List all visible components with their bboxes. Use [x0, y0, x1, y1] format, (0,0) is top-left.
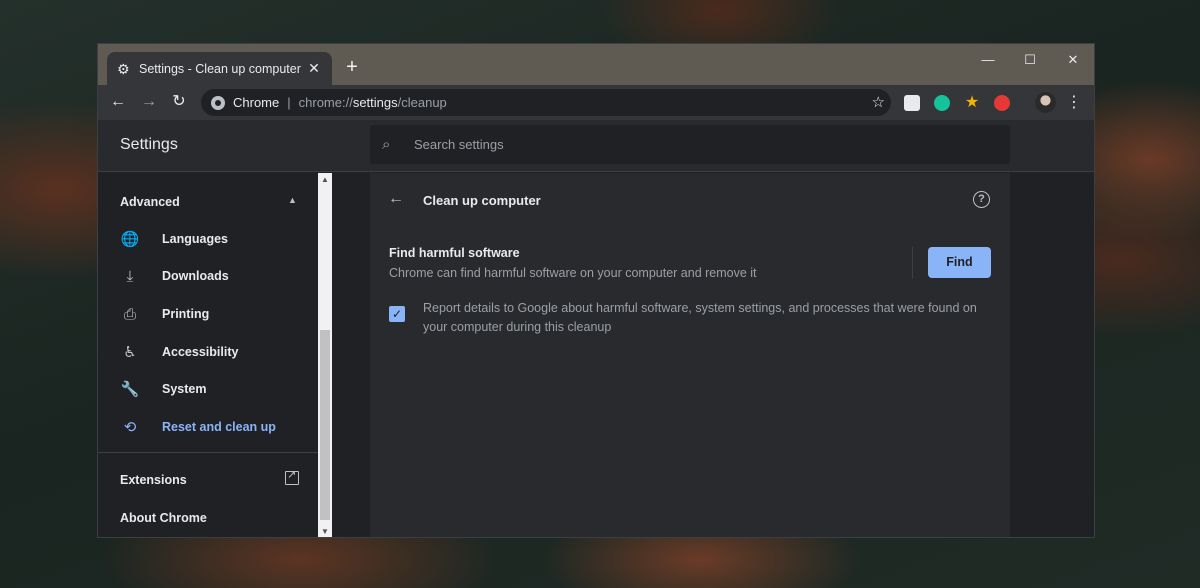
tab-title: Settings - Clean up computer: [139, 61, 301, 76]
sidebar-item-label: Accessibility: [162, 345, 239, 359]
tab-close-icon[interactable]: ✕: [306, 60, 322, 77]
title-bar: ⚙ Settings - Clean up computer ✕ + — ☐ ✕: [98, 44, 1094, 85]
sidebar-section-advanced[interactable]: Advanced: [120, 195, 180, 209]
maximize-button[interactable]: ☐: [1015, 50, 1045, 70]
globe-icon: 🌐: [120, 231, 140, 248]
search-input[interactable]: [414, 137, 974, 152]
scroll-up-arrow-icon[interactable]: ▲: [318, 173, 332, 187]
reload-button[interactable]: ↻: [164, 87, 194, 117]
minimize-button[interactable]: —: [973, 50, 1003, 70]
gear-icon: ⚙: [117, 60, 130, 77]
find-harmful-software-description: Chrome can find harmful software on your…: [389, 266, 757, 280]
report-details-label: Report details to Google about harmful s…: [423, 301, 977, 334]
sidebar-item-label: Downloads: [162, 269, 229, 283]
sidebar-item-label: Reset and clean up: [162, 420, 276, 434]
url-text[interactable]: chrome://settings/cleanup: [299, 95, 447, 110]
record-extension-icon[interactable]: [994, 95, 1010, 111]
toolbar: ← → ↻ Chrome | chrome://settings/cleanup…: [98, 85, 1094, 120]
sidebar-item-reset-and-clean-up[interactable]: ⟲ Reset and clean up: [98, 410, 318, 444]
accessibility-icon: ♿: [123, 344, 137, 361]
close-window-button[interactable]: ✕: [1058, 50, 1088, 70]
sidebar-item-extensions[interactable]: Extensions: [120, 473, 187, 487]
sidebar-divider: [98, 452, 318, 453]
sidebar-scrollbar[interactable]: ▲ ▼: [318, 173, 332, 537]
download-icon: ⤓: [126, 267, 134, 285]
chrome-icon: [211, 95, 225, 110]
menu-icon[interactable]: ⋮: [1066, 92, 1082, 113]
open-in-new-icon[interactable]: [285, 468, 299, 485]
browser-window: ⚙ Settings - Clean up computer ✕ + — ☐ ✕…: [97, 43, 1095, 538]
search-box[interactable]: ⌕: [370, 125, 1010, 164]
url-host: settings: [352, 95, 398, 110]
address-bar[interactable]: Chrome | chrome://settings/cleanup ☆: [201, 89, 891, 116]
url-separator: |: [287, 95, 291, 110]
sidebar-item-label: Languages: [162, 232, 228, 246]
cleanup-card: ← Clean up computer ? Find harmful softw…: [370, 173, 1010, 537]
tab-settings[interactable]: ⚙ Settings - Clean up computer ✕: [107, 52, 332, 85]
scroll-down-arrow-icon[interactable]: ▼: [318, 525, 332, 537]
note-extension-icon[interactable]: [904, 95, 920, 111]
settings-header: Settings ⌕: [98, 120, 1094, 172]
find-button[interactable]: Find: [928, 247, 991, 278]
sidebar-item-languages[interactable]: 🌐 Languages: [98, 222, 318, 256]
sidebar: Advanced ▲ 🌐 Languages ⤓ Downloads ⎙ Pri…: [98, 173, 318, 537]
scrollbar-thumb[interactable]: [320, 330, 330, 520]
new-tab-button[interactable]: +: [341, 56, 363, 78]
find-harmful-software-title: Find harmful software: [389, 246, 520, 260]
sidebar-item-about-chrome[interactable]: About Chrome: [120, 511, 207, 525]
help-icon[interactable]: ?: [973, 191, 990, 208]
vertical-separator: [912, 247, 913, 279]
sidebar-item-printing[interactable]: ⎙ Printing: [98, 297, 318, 331]
star-extension-icon[interactable]: ★: [964, 95, 980, 111]
url-path: /cleanup: [397, 95, 447, 110]
search-icon: ⌕: [382, 136, 391, 153]
back-button[interactable]: ←: [103, 87, 133, 117]
caret-up-icon[interactable]: ▲: [288, 195, 297, 205]
report-details-checkbox[interactable]: ✓: [389, 306, 405, 322]
sidebar-item-downloads[interactable]: ⤓ Downloads: [98, 259, 318, 293]
restore-icon: ⟲: [123, 419, 137, 436]
forward-button[interactable]: →: [134, 87, 164, 117]
bookmark-star-icon[interactable]: ☆: [872, 93, 885, 111]
wrench-icon: 🔧: [120, 381, 140, 398]
sidebar-item-label: Printing: [162, 307, 210, 321]
site-name: Chrome: [233, 95, 280, 110]
sidebar-item-system[interactable]: 🔧 System: [98, 372, 318, 406]
printer-icon: ⎙: [123, 305, 136, 323]
sidebar-item-accessibility[interactable]: ♿ Accessibility: [98, 335, 318, 369]
profile-avatar[interactable]: [1035, 92, 1056, 113]
grammarly-extension-icon[interactable]: [934, 95, 950, 111]
back-arrow-icon[interactable]: ←: [388, 190, 404, 208]
sidebar-item-label: System: [162, 382, 207, 396]
page-title: Clean up computer: [423, 193, 541, 208]
settings-title: Settings: [120, 136, 178, 153]
url-prefix: chrome://: [298, 95, 353, 110]
